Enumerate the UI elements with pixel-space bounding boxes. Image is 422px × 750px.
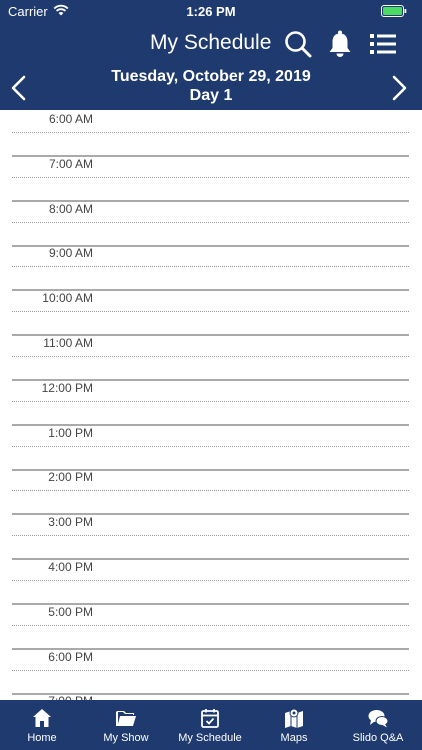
app-header: My Schedule xyxy=(0,22,422,66)
time-slot[interactable]: 3:00 PM xyxy=(12,513,409,561)
time-label: 11:00 AM xyxy=(43,336,93,350)
time-slot[interactable]: 9:00 AM xyxy=(12,244,409,292)
half-hour-divider xyxy=(12,445,409,447)
time-label: 7:00 AM xyxy=(48,156,93,171)
battery-icon xyxy=(381,5,407,17)
tab-slido-qa[interactable]: Slido Q&A xyxy=(336,700,420,750)
tab-label: Maps xyxy=(280,732,308,744)
half-hour-divider xyxy=(12,221,409,223)
half-hour-divider xyxy=(12,580,409,581)
half-hour-divider xyxy=(12,356,409,357)
time-label: 1:00 PM xyxy=(48,425,93,440)
map-icon xyxy=(285,708,303,728)
time-slot[interactable]: 12:00 PM xyxy=(12,379,409,426)
half-hour-divider xyxy=(12,535,409,537)
tab-my-schedule[interactable]: My Schedule xyxy=(168,700,252,750)
time-slot[interactable]: 7:00 AM xyxy=(12,155,409,202)
status-bar: Carrier 1:26 PM xyxy=(0,0,422,22)
time-label: 6:00 PM xyxy=(48,649,93,664)
schedule-day: Day 1 xyxy=(189,87,233,104)
half-hour-divider xyxy=(12,266,409,268)
search-icon[interactable] xyxy=(283,29,313,59)
tab-home[interactable]: Home xyxy=(0,700,84,750)
tab-label: Slido Q&A xyxy=(352,732,404,744)
time-slot[interactable]: 6:00 PM xyxy=(12,648,409,695)
page-title: My Schedule xyxy=(150,31,272,54)
time-slot[interactable]: 6:00 AM xyxy=(12,110,409,157)
time-label: 2:00 PM xyxy=(48,470,93,485)
list-menu-icon[interactable] xyxy=(368,29,398,59)
folder-icon xyxy=(116,711,136,726)
time-label: 10:00 AM xyxy=(42,291,93,306)
half-hour-divider xyxy=(12,311,409,313)
time-label: 4:00 PM xyxy=(48,560,93,574)
date-navigator: Tuesday, October 29, 2019 Day 1 xyxy=(0,66,422,110)
time-label: 5:00 PM xyxy=(48,604,93,619)
time-label: 8:00 AM xyxy=(48,201,93,216)
half-hour-divider xyxy=(12,176,409,178)
time-slot[interactable]: 1:00 PM xyxy=(12,424,409,471)
time-slot[interactable]: 5:00 PM xyxy=(12,603,409,650)
time-label: 3:00 PM xyxy=(48,515,93,530)
half-hour-divider xyxy=(12,400,409,402)
half-hour-divider xyxy=(12,490,409,492)
bell-icon[interactable] xyxy=(325,29,355,59)
schedule-date: Tuesday, October 29, 2019 xyxy=(111,68,311,85)
time-slot[interactable]: 8:00 AM xyxy=(12,200,409,247)
time-slot[interactable]: 10:00 AM xyxy=(12,289,409,337)
next-day-button[interactable] xyxy=(387,74,411,102)
tab-label: My Show xyxy=(103,732,149,744)
time-label: 9:00 AM xyxy=(48,246,93,261)
tab-label: Home xyxy=(27,732,57,744)
half-hour-divider xyxy=(12,132,409,133)
home-icon xyxy=(33,709,51,727)
tab-bar: Home My Show My Schedule Maps Slido Q&A xyxy=(0,700,422,750)
tab-label: My Schedule xyxy=(178,732,242,744)
time-slot[interactable]: 2:00 PM xyxy=(12,468,409,516)
half-hour-divider xyxy=(12,669,409,671)
time-label: 12:00 PM xyxy=(41,380,93,395)
calendar-check-icon xyxy=(201,709,219,728)
time-label: 6:00 AM xyxy=(48,112,93,126)
tab-my-show[interactable]: My Show xyxy=(84,700,168,750)
half-hour-divider xyxy=(12,624,409,626)
schedule-grid[interactable]: 6:00 AM 7:00 AM 8:00 AM 9:00 AM 10:00 AM 11:0… xyxy=(0,110,422,700)
clock: 1:26 PM xyxy=(186,4,236,19)
time-slot[interactable]: 11:00 AM xyxy=(12,334,409,381)
tab-maps[interactable]: Maps xyxy=(252,700,336,750)
time-slot[interactable]: 7:00 PM xyxy=(12,692,409,700)
time-slot[interactable]: 4:00 PM xyxy=(12,558,409,605)
chat-bubbles-icon xyxy=(368,710,389,728)
